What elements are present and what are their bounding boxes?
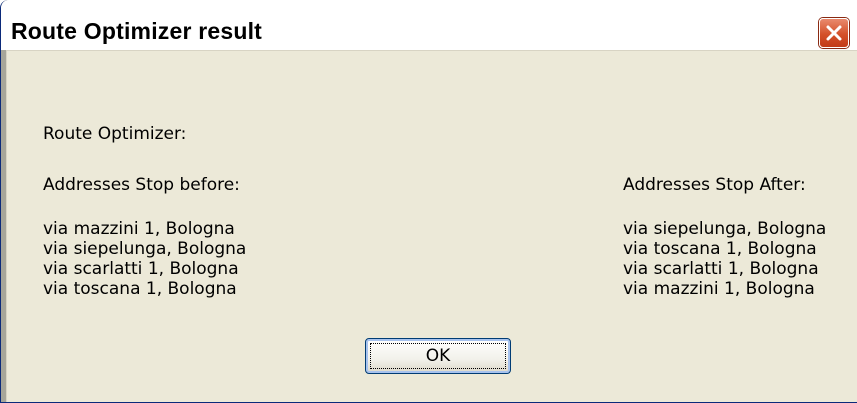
close-icon (826, 25, 842, 41)
address-before-item: via mazzini 1, Bologna (43, 219, 235, 239)
address-before-item: via scarlatti 1, Bologna (43, 259, 239, 279)
window-title: Route Optimizer result (11, 18, 263, 44)
addresses-before-list: via mazzini 1, Bologna via siepelunga, B… (43, 219, 246, 299)
address-after-item: via scarlatti 1, Bologna (623, 259, 819, 279)
address-after-item: via mazzini 1, Bologna (623, 279, 815, 299)
close-button[interactable] (819, 18, 849, 48)
route-optimizer-dialog: Route Optimizer result Route Optimizer: … (0, 0, 857, 403)
ok-button[interactable]: OK (365, 338, 511, 374)
title-bar[interactable]: Route Optimizer result (1, 0, 857, 50)
address-after-item: via toscana 1, Bologna (623, 239, 817, 259)
ok-button-label: OK (370, 343, 506, 369)
addresses-after-list: via siepelunga, Bologna via toscana 1, B… (623, 219, 826, 299)
address-before-item: via siepelunga, Bologna (43, 239, 247, 259)
address-after-item: via siepelunga, Bologna (623, 219, 827, 239)
dialog-heading: Route Optimizer: (43, 124, 187, 144)
addresses-before-label: Addresses Stop before: (43, 175, 240, 195)
addresses-after-label: Addresses Stop After: (623, 175, 806, 195)
address-before-item: via toscana 1, Bologna (43, 279, 237, 299)
